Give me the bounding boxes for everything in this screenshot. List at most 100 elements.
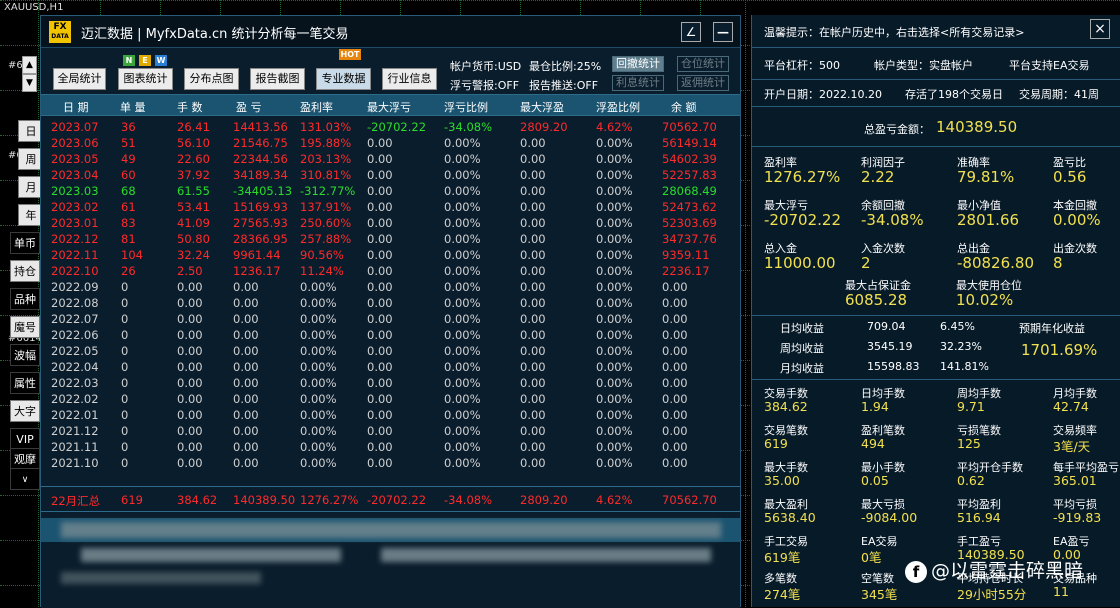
table-row[interactable]: 2022.04 0 0.00 0.00 0.00% 0.00 0.00% 0.00 0.00% 0… [41, 359, 740, 375]
side-btn-large-font[interactable]: 大字 [10, 400, 40, 422]
tab-distribution[interactable]: 分布点图 [184, 68, 239, 90]
table-row[interactable]: 2023.02 61 53.41 15169.93 137.91% 0.00 0.00% 0.… [41, 199, 740, 215]
table-row[interactable]: 2023.07 36 26.41 14413.56 131.03% -20702.22 -3… [41, 119, 740, 135]
table-cell: 0.00% [596, 408, 633, 422]
side-btn-symbols[interactable]: 品种 [10, 288, 40, 310]
table-cell: 0.00% [596, 360, 633, 374]
side-btn-observe[interactable]: 观摩 [10, 448, 40, 470]
side-btn-attributes[interactable]: 属性 [10, 372, 40, 394]
table-row[interactable]: 2023.03 68 61.55 -34405.13 -312.77% 0.00 0.00%… [41, 183, 740, 199]
table-cell: 26 [121, 264, 136, 278]
table-cell: 50.80 [177, 232, 210, 246]
tab-industry-info[interactable]: 行业信息 [382, 68, 437, 90]
stat-value: 2.22 [861, 168, 895, 186]
table-row[interactable]: 2022.07 0 0.00 0.00 0.00% 0.00 0.00% 0.00 0.00% 0… [41, 311, 740, 327]
table-cell: 250.60% [300, 216, 352, 230]
table-cell: 310.81% [300, 168, 352, 182]
table-row[interactable]: 2022.09 0 0.00 0.00 0.00% 0.00 0.00% 0.00 0.00% 0… [41, 279, 740, 295]
income-cell: 709.04 [867, 320, 906, 333]
scroll-up-button[interactable]: ▲ [22, 56, 37, 74]
table-cell: 0.00 [520, 232, 546, 246]
table-row[interactable]: 2022.08 0 0.00 0.00 0.00% 0.00 0.00% 0.00 0.00% 0… [41, 295, 740, 311]
table-cell: 0 [121, 280, 129, 294]
table-cell: 0.00 [367, 296, 393, 310]
tab-pro-data[interactable]: 专业数据 [316, 68, 371, 90]
side-collapse-icon[interactable]: ∨ [10, 468, 40, 490]
side-btn-volatility[interactable]: 波幅 [10, 344, 40, 366]
table-cell: -20702.22 [367, 120, 427, 134]
table-cell: 0.00% [596, 264, 633, 278]
table-cell: 0 [121, 344, 129, 358]
table-row[interactable]: 2023.06 51 56.10 21546.75 195.88% 0.00 0.00% 0.… [41, 135, 740, 151]
table-cell: 0.00% [300, 376, 337, 390]
side-btn-positions[interactable]: 持仓 [10, 260, 40, 282]
table-cell: 90.56% [300, 248, 344, 262]
side-btn-magic[interactable]: 魔号 [10, 316, 40, 338]
report-push[interactable]: 报告推送:OFF [529, 77, 598, 93]
table-cell: 9359.11 [662, 248, 710, 262]
table-row[interactable]: 2022.12 81 50.80 28366.95 257.88% 0.00 0.00% 0.… [41, 231, 740, 247]
table-cell: 52303.69 [662, 216, 717, 230]
table-cell: 0.00% [300, 456, 337, 470]
tab-report-screenshot[interactable]: 报告截图 [250, 68, 305, 90]
position-stats-toggle[interactable]: 仓位统计 [677, 56, 729, 72]
close-icon[interactable]: × [1090, 19, 1110, 39]
table-cell: 0.00 [233, 392, 259, 406]
table-row[interactable]: 2022.05 0 0.00 0.00 0.00% 0.00 0.00% 0.00 0.00% 0… [41, 343, 740, 359]
side-btn-vip[interactable]: VIP [10, 428, 40, 450]
table-cell: 9961.44 [233, 248, 281, 262]
table-row[interactable]: 2021.11 0 0.00 0.00 0.00% 0.00 0.00% 0.00 0.00% 0… [41, 439, 740, 455]
table-cell: 54602.39 [662, 152, 717, 166]
table-row[interactable]: 2021.12 0 0.00 0.00 0.00% 0.00 0.00% 0.00 0.00% 0… [41, 423, 740, 439]
table-cell: 0.00 [367, 360, 393, 374]
rebate-stats-toggle[interactable]: 返佣统计 [677, 75, 729, 91]
table-header: 日 期 单 量 手 数 盈 亏 盈利率 最大浮亏 浮亏比例 最大浮盈 浮盈比例 … [41, 94, 740, 116]
table-row[interactable]: 2022.01 0 0.00 0.00 0.00% 0.00 0.00% 0.00 0.00% 0… [41, 407, 740, 423]
side-btn-single-currency[interactable]: 单币 [10, 232, 40, 254]
table-cell: 0.00 [520, 440, 546, 454]
table-row[interactable]: 2021.10 0 0.00 0.00 0.00% 0.00 0.00% 0.00 0.00% 0… [41, 455, 740, 471]
table-cell: 0.00 [233, 328, 259, 342]
table-row[interactable]: 2022.10 26 2.50 1236.17 11.24% 0.00 0.00% 0.00 0… [41, 263, 740, 279]
table-cell: 0.00% [596, 376, 633, 390]
float-loss-alert[interactable]: 浮亏警报:OFF [450, 77, 519, 93]
table-cell: 2022.08 [51, 296, 99, 310]
trading-days: 存活了198个交易日 [905, 88, 1003, 101]
stat-value: 5638.40 [764, 510, 816, 525]
edit-icon[interactable]: ∠ [681, 22, 701, 42]
drawdown-stats-toggle[interactable]: 回撤统计 [612, 56, 664, 72]
table-cell: 0.00 [233, 344, 259, 358]
table-row[interactable]: 2023.01 83 41.09 27565.93 250.60% 0.00 0.00% 0.… [41, 215, 740, 231]
tab-chart-stats[interactable]: 图表统计 [118, 68, 173, 90]
max-position-ratio: 最仓比例:25% [529, 60, 602, 73]
table-row[interactable]: 2023.05 49 22.60 22344.56 203.13% 0.00 0.00% 0.… [41, 151, 740, 167]
tip-text: 温馨提示：在帐户历史中，右击选择<所有交易记录> [764, 26, 1025, 39]
table-cell: 0.00% [596, 184, 633, 198]
table-cell: 0.00% [596, 168, 633, 182]
table-cell: 52257.83 [662, 168, 717, 182]
table-cell: 0.00 [662, 296, 688, 310]
table-cell: 2022.01 [51, 408, 99, 422]
table-cell: 0.00 [662, 344, 688, 358]
table-cell: 36 [121, 120, 136, 134]
table-row[interactable]: 2022.06 0 0.00 0.00 0.00% 0.00 0.00% 0.00 0.00% 0… [41, 327, 740, 343]
table-row[interactable]: 2022.03 0 0.00 0.00 0.00% 0.00 0.00% 0.00 0.00% 0… [41, 375, 740, 391]
tab-global-stats[interactable]: 全局统计 [53, 68, 106, 90]
scroll-down-button[interactable]: ▼ [22, 74, 37, 92]
stat-value: 365.01 [1053, 473, 1097, 488]
income-cell: 6.45% [940, 320, 975, 333]
account-currency: 帐户货币:USD [450, 60, 522, 73]
interest-stats-toggle[interactable]: 利息统计 [612, 75, 664, 91]
table-cell: 0.00% [444, 232, 481, 246]
table-cell: 0.00 [233, 312, 259, 326]
table-row[interactable]: 2022.02 0 0.00 0.00 0.00% 0.00 0.00% 0.00 0.00% 0… [41, 391, 740, 407]
table-row[interactable]: 2022.11 104 32.24 9961.44 90.56% 0.00 0.00% 0.0… [41, 247, 740, 263]
table-cell: 0.00% [300, 392, 337, 406]
table-row[interactable]: 2023.04 60 37.92 34189.34 310.81% 0.00 0.00% 0.… [41, 167, 740, 183]
table-cell: 0.00 [662, 456, 688, 470]
table-cell: 0.00% [300, 344, 337, 358]
table-cell: 83 [121, 216, 136, 230]
table-cell: 2023.02 [51, 200, 99, 214]
minimize-icon[interactable]: — [713, 22, 733, 42]
table-cell: 51 [121, 136, 136, 150]
